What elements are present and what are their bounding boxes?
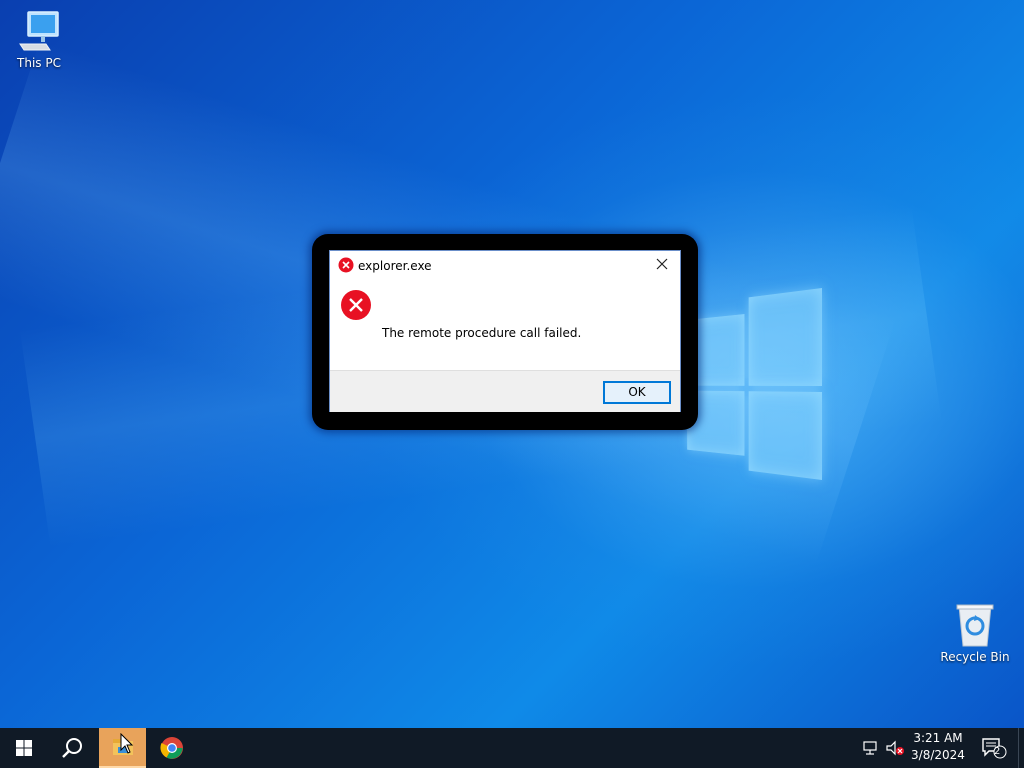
show-desktop-button[interactable]: [1018, 728, 1024, 768]
chrome-icon: [160, 737, 183, 759]
close-button[interactable]: [652, 257, 672, 273]
close-icon: [656, 258, 668, 270]
desktop-icon-label: This PC: [17, 56, 61, 70]
dialog-footer: OK: [330, 370, 680, 412]
tray-volume[interactable]: [884, 728, 906, 768]
error-icon: [338, 257, 354, 273]
desktop-icon-this-pc[interactable]: This PC: [1, 8, 77, 70]
desktop-icon-label: Recycle Bin: [940, 650, 1010, 664]
taskbar: 3:21 AM 3/8/2024 2: [0, 728, 1024, 768]
start-button[interactable]: [0, 728, 48, 768]
desktop-icon-recycle-bin[interactable]: Recycle Bin: [937, 602, 1013, 664]
tray-clock[interactable]: 3:21 AM 3/8/2024: [910, 731, 966, 762]
ok-button[interactable]: OK: [603, 381, 671, 404]
notification-count: 2: [994, 746, 1001, 757]
windows-logo-icon: [16, 740, 32, 756]
recycle-bin-icon: [956, 604, 994, 647]
windows-wallpaper-logo: [687, 288, 822, 480]
dialog-title: explorer.exe: [358, 259, 432, 273]
tray-time: 3:21 AM: [913, 731, 963, 745]
error-dialog: explorer.exe The remote procedure call f…: [329, 250, 681, 412]
mouse-cursor-icon: [120, 733, 134, 754]
network-icon: [863, 741, 877, 755]
volume-muted-icon: [886, 740, 904, 756]
computer-icon: [19, 11, 59, 51]
tray-date: 3/8/2024: [911, 748, 965, 762]
search-icon: [62, 738, 82, 758]
search-button[interactable]: [48, 728, 96, 768]
taskbar-chrome[interactable]: [148, 728, 196, 768]
error-icon: [341, 290, 371, 320]
tray-network[interactable]: [860, 728, 882, 768]
action-center-button[interactable]: 2: [978, 728, 1010, 768]
dialog-message: The remote procedure call failed.: [382, 326, 582, 340]
